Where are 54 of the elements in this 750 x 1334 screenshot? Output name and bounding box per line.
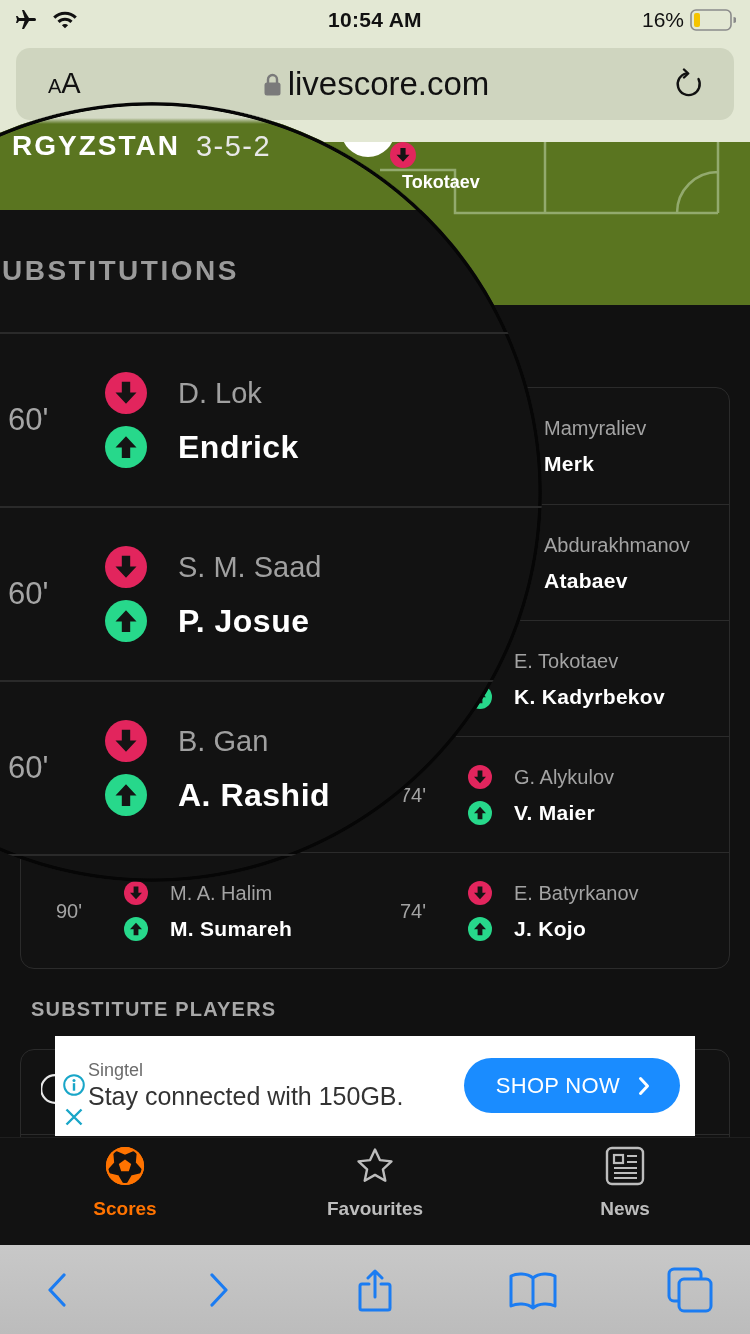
player-out-name: Abdurakhmanov bbox=[544, 532, 690, 557]
status-time: 10:54 AM bbox=[328, 8, 422, 32]
player-out-name: D. Lok bbox=[178, 376, 262, 410]
sub-minute: 60' bbox=[8, 403, 49, 437]
player-out-name: B. Gan bbox=[178, 724, 269, 758]
team-name: RGYZSTAN bbox=[12, 132, 180, 160]
player-in-name: Merk bbox=[544, 452, 595, 476]
info-icon[interactable] bbox=[63, 1074, 85, 1096]
player-in-name: Atabaev bbox=[544, 568, 628, 593]
ad-text: Stay connected with 150GB. bbox=[88, 1081, 404, 1111]
sub-minute: 60' bbox=[8, 577, 49, 611]
nav-tab[interactable]: Scores bbox=[0, 1138, 250, 1245]
nav-tab[interactable]: Favourites bbox=[250, 1138, 500, 1245]
newspaper-icon bbox=[605, 1146, 645, 1186]
formation-text: 3-5-2 bbox=[195, 132, 272, 160]
airplane-icon bbox=[14, 8, 38, 32]
player-in-name: A. Rashid bbox=[178, 778, 331, 812]
book-icon[interactable] bbox=[509, 1269, 557, 1310]
player-in-name: Endrick bbox=[178, 430, 299, 464]
player-in-name: M. Sumareh bbox=[170, 916, 293, 941]
player-out-name: E. Tokotaev bbox=[514, 648, 619, 673]
chevron-right-icon bbox=[638, 1075, 650, 1096]
chevron-right-icon[interactable] bbox=[209, 1272, 229, 1307]
battery-percent: 16% bbox=[641, 8, 684, 32]
advertiser-name: Singtel bbox=[88, 1059, 144, 1081]
soccer-ball-icon bbox=[105, 1146, 145, 1186]
player-in-name: V. Maier bbox=[514, 800, 595, 825]
tabs-icon[interactable] bbox=[667, 1266, 713, 1313]
sub-minute: 60' bbox=[8, 751, 49, 785]
player-out-name: G. Alykulov bbox=[514, 764, 615, 789]
share-icon[interactable] bbox=[358, 1267, 392, 1312]
battery-icon bbox=[690, 9, 736, 31]
sub-minute: 74' bbox=[400, 898, 427, 923]
player-in-name: P. Josue bbox=[178, 604, 310, 638]
text-size-button[interactable]: AA bbox=[48, 67, 81, 101]
player-out-name: S. M. Saad bbox=[178, 550, 322, 584]
section-title: SUBSTITUTE PLAYERS bbox=[31, 997, 277, 1021]
player-out-name: Mamyraliev bbox=[544, 416, 647, 440]
player-in-name: K. Kadyrbekov bbox=[514, 684, 665, 709]
address-bar[interactable]: AA livescore.com bbox=[16, 48, 734, 120]
player-out-name: E. Batyrkanov bbox=[514, 880, 639, 905]
wifi-icon bbox=[52, 9, 78, 31]
player-out-name: M. A. Halim bbox=[170, 880, 273, 905]
ring-icon bbox=[41, 1074, 55, 1104]
player-in-name: J. Kojo bbox=[514, 916, 587, 941]
sub-minute: 74' bbox=[400, 782, 427, 807]
nav-tab[interactable]: News bbox=[500, 1138, 750, 1245]
player-name: Tokotaev bbox=[402, 171, 480, 193]
url-text[interactable]: livescore.com bbox=[287, 65, 490, 103]
chevron-left-icon[interactable] bbox=[47, 1272, 67, 1307]
close-icon[interactable] bbox=[65, 1108, 83, 1126]
lock-icon bbox=[263, 72, 281, 96]
section-title: UBSTITUTIONS bbox=[2, 257, 239, 285]
sub-minute: 90' bbox=[56, 898, 83, 923]
